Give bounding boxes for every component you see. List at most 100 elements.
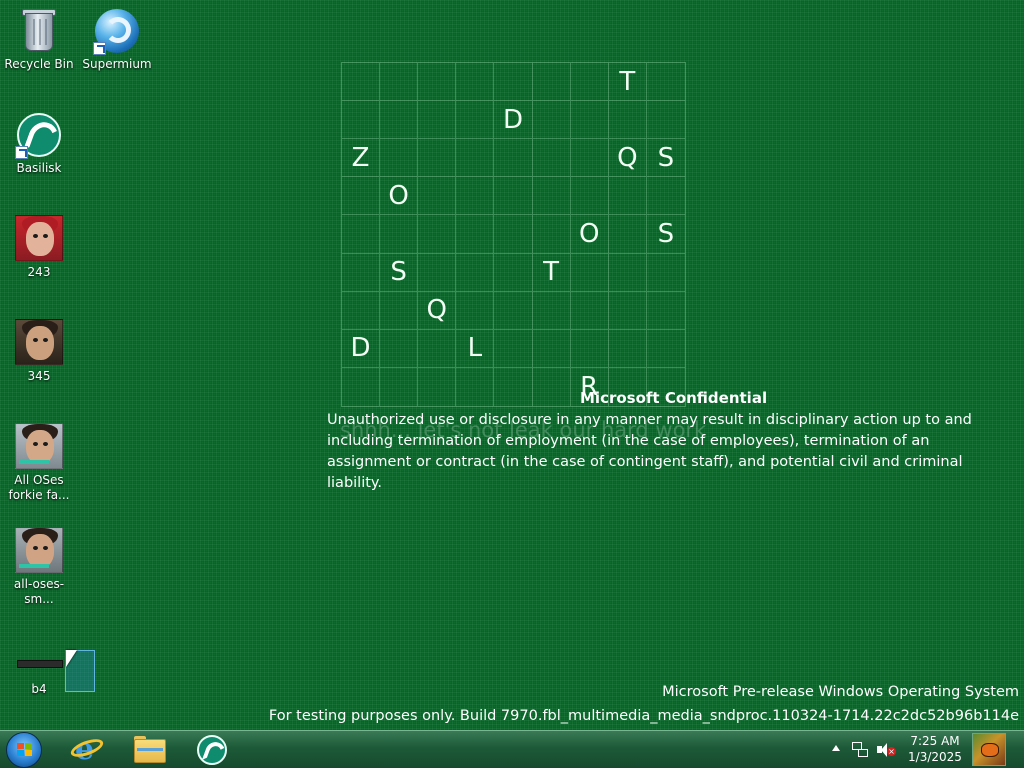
letter-grid: TDZQSOOSSTQDLR [341,62,686,407]
grid-cell [418,101,457,140]
taskbar-internet-explorer[interactable]: e [64,733,116,767]
shortcut-arrow-icon [93,42,106,55]
file-thumbnail-icon [15,640,63,680]
grid-cell [570,139,609,178]
grid-cell: S [646,215,685,254]
grid-cell [494,329,533,368]
grid-cell [570,291,609,330]
desktop-icon-label: Recycle Bin [4,57,74,71]
grid-cell [380,139,419,178]
desktop-icon-recycle-bin[interactable]: Recycle Bin [1,7,77,72]
grid-cell [646,330,685,368]
grid-cell: Q [608,139,647,178]
grid-cell: T [532,253,571,292]
grid-cell [608,329,647,368]
image-thumbnail-icon [15,215,63,263]
grid-cell [380,101,419,140]
show-hidden-icons-chevron-icon[interactable] [832,745,840,751]
build-watermark-line1: Microsoft Pre-release Windows Operating … [662,684,1019,700]
supermium-icon [93,7,141,55]
desktop-icon-243[interactable]: 243 [1,215,77,280]
start-button[interactable] [6,732,42,768]
grid-cell: L [456,329,495,368]
grid-cell [342,63,381,102]
grid-cell [342,291,381,330]
grid-cell [494,215,533,254]
grid-cell [532,177,571,216]
grid-cell [494,177,533,216]
grid-cell [342,253,381,292]
grid-cell [570,253,609,292]
grid-cell [646,63,685,102]
desktop-icon-label: 345 [27,369,51,383]
grid-cell [646,101,685,140]
grid-cell [342,177,381,216]
grid-cell [608,101,647,140]
grid-cell: O [570,215,609,254]
grid-cell [608,177,647,216]
grid-cell [342,101,381,140]
windows-logo-icon [17,743,33,758]
grid-cell [570,63,609,102]
grid-cell [456,139,495,178]
desktop-icon-supermium[interactable]: Supermium [79,7,155,72]
show-desktop-button[interactable] [972,733,1006,766]
grid-cell [380,63,419,102]
grid-cell [418,139,457,178]
desktop[interactable]: Recycle Bin Supermium Basilisk 243 345 A… [0,0,1024,730]
grid-cell [570,329,609,368]
grid-cell [456,177,495,216]
taskbar: e × 7:25 AM 1/3/2025 [0,730,1024,768]
image-thumbnail-icon [15,423,63,471]
grid-cell [380,329,419,368]
grid-cell [418,177,457,216]
confidential-title: Microsoft Confidential [580,389,768,407]
grid-cell [456,101,495,140]
grid-cell [608,291,647,330]
desktop-icon-label: Basilisk [16,161,62,175]
grid-cell [456,367,495,406]
grid-cell [494,139,533,178]
grid-cell [646,292,685,330]
clock-date: 1/3/2025 [908,750,962,764]
grid-cell [418,63,457,102]
desktop-icon-label: Supermium [82,57,152,71]
desktop-icon-all-oses-forkie[interactable]: All OSes forkie fa... [1,423,77,503]
grid-cell [608,253,647,292]
volume-muted-icon[interactable]: × [877,742,896,758]
grid-cell [532,291,571,330]
taskbar-basilisk[interactable] [186,733,238,767]
build-watermark-line2: For testing purposes only. Build 7970.fb… [268,708,1019,724]
desktop-icon-label: All OSes forkie fa... [8,473,70,502]
basilisk-icon [15,111,63,159]
grid-cell [342,215,381,254]
grid-cell [456,253,495,292]
grid-cell [456,291,495,330]
grid-cell [608,215,647,254]
grid-cell [418,253,457,292]
grid-cell [494,63,533,102]
network-icon[interactable] [852,742,868,757]
grid-cell: S [380,253,419,292]
grid-cell [380,291,419,330]
grid-cell [532,63,571,102]
desktop-icon-345[interactable]: 345 [1,319,77,384]
grid-cell [646,254,685,292]
image-thumbnail-icon [15,319,63,367]
grid-cell [418,367,457,406]
grid-cell [494,367,533,406]
desktop-icon-basilisk[interactable]: Basilisk [1,111,77,176]
grid-cell [533,367,571,406]
taskbar-clock[interactable]: 7:25 AM 1/3/2025 [904,733,966,765]
grid-cell [532,215,571,254]
grid-cell: Q [418,291,457,330]
grid-cell [380,215,419,254]
clock-time: 7:25 AM [910,734,960,748]
confidential-notice: Unauthorized use or disclosure in any ma… [327,412,972,491]
grid-cell: O [380,177,419,216]
desktop-icon-all-oses-sm[interactable]: all-oses-sm... [1,527,77,607]
grid-cell [532,329,571,368]
taskbar-file-explorer[interactable] [124,733,176,767]
basilisk-icon [197,735,227,765]
grid-cell [456,63,495,102]
